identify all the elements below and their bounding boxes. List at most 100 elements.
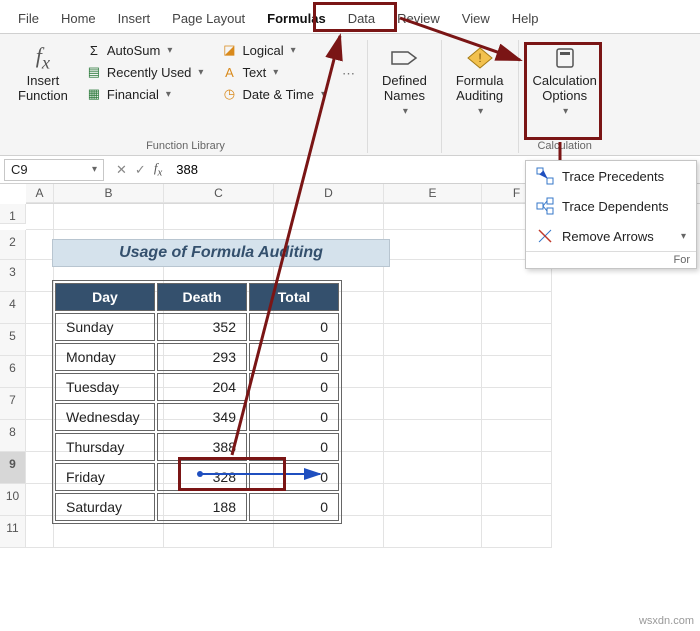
cell[interactable] — [384, 204, 482, 230]
cell[interactable] — [274, 204, 384, 230]
cell-day[interactable]: Sunday — [55, 313, 155, 341]
row-header-1[interactable]: 1 — [0, 204, 26, 224]
cell[interactable] — [384, 356, 482, 388]
clock-icon: ◷ — [221, 86, 237, 102]
autosum-button[interactable]: Σ AutoSum ▾ — [80, 40, 210, 60]
row-header-11[interactable]: 11 — [0, 516, 26, 548]
text-button[interactable]: A Text ▾ — [215, 62, 332, 82]
tab-home[interactable]: Home — [51, 5, 106, 32]
cell[interactable] — [54, 204, 164, 230]
cell[interactable] — [26, 484, 54, 516]
cell-day[interactable]: Tuesday — [55, 373, 155, 401]
row-header-6[interactable]: 6 — [0, 356, 26, 388]
cell[interactable] — [26, 260, 54, 292]
cell-total[interactable]: 0 — [249, 343, 339, 371]
formula-auditing-button[interactable]: ! Formula Auditing ▾ — [450, 40, 510, 121]
cell-death[interactable]: 349 — [157, 403, 247, 431]
row-header-7[interactable]: 7 — [0, 388, 26, 420]
row-header-5[interactable]: 5 — [0, 324, 26, 356]
row-header-3[interactable]: 3 — [0, 260, 26, 292]
cell-day[interactable]: Friday — [55, 463, 155, 491]
cell[interactable] — [384, 260, 482, 292]
cell[interactable] — [482, 292, 552, 324]
menu-trace-precedents[interactable]: Trace Precedents — [526, 161, 696, 191]
insert-function-button[interactable]: fx Insert Function — [12, 40, 74, 108]
cell[interactable] — [482, 452, 552, 484]
chevron-down-icon: ▾ — [273, 67, 278, 78]
defined-names-button[interactable]: Defined Names ▾ — [376, 40, 433, 121]
cell-total[interactable]: 0 — [249, 463, 339, 491]
cell-total[interactable]: 0 — [249, 433, 339, 461]
recent-icon: ▤ — [86, 64, 102, 80]
cell-death[interactable]: 388 — [157, 433, 247, 461]
tab-help[interactable]: Help — [502, 5, 549, 32]
row-header-8[interactable]: 8 — [0, 420, 26, 452]
cell[interactable] — [384, 420, 482, 452]
cell[interactable] — [164, 204, 274, 230]
chevron-down-icon: ▾ — [478, 106, 483, 118]
tab-view[interactable]: View — [452, 5, 500, 32]
tab-page-layout[interactable]: Page Layout — [162, 5, 255, 32]
cell[interactable] — [384, 484, 482, 516]
cell-death[interactable]: 293 — [157, 343, 247, 371]
logical-button[interactable]: ◪ Logical ▾ — [215, 40, 332, 60]
cell-death[interactable]: 352 — [157, 313, 247, 341]
tab-review[interactable]: Review — [387, 5, 450, 32]
cell[interactable] — [384, 292, 482, 324]
cell[interactable] — [482, 516, 552, 548]
recently-used-button[interactable]: ▤ Recently Used ▾ — [80, 62, 210, 82]
menu-remove-arrows[interactable]: Remove Arrows ▾ — [526, 221, 696, 251]
cell[interactable] — [26, 204, 54, 230]
tab-data[interactable]: Data — [338, 5, 385, 32]
cell-total[interactable]: 0 — [249, 403, 339, 431]
cell[interactable] — [384, 388, 482, 420]
cell-day[interactable]: Saturday — [55, 493, 155, 521]
cell[interactable] — [384, 516, 482, 548]
cell-day[interactable]: Monday — [55, 343, 155, 371]
cell[interactable] — [482, 388, 552, 420]
cell[interactable] — [384, 230, 482, 260]
cell-total[interactable]: 0 — [249, 493, 339, 521]
cell[interactable] — [482, 324, 552, 356]
row-header-10[interactable]: 10 — [0, 484, 26, 516]
cell[interactable] — [26, 324, 54, 356]
fx-icon[interactable]: fx — [154, 160, 162, 179]
tab-formulas[interactable]: Formulas — [257, 5, 336, 32]
col-header-A[interactable]: A — [26, 184, 54, 203]
cell-day[interactable]: Thursday — [55, 433, 155, 461]
cell[interactable] — [482, 356, 552, 388]
cell-death[interactable]: 328 — [157, 463, 247, 491]
tab-insert[interactable]: Insert — [108, 5, 161, 32]
cell[interactable] — [482, 484, 552, 516]
datetime-button[interactable]: ◷ Date & Time ▾ — [215, 84, 332, 104]
col-header-B[interactable]: B — [54, 184, 164, 203]
col-header-D[interactable]: D — [274, 184, 384, 203]
cell-death[interactable]: 204 — [157, 373, 247, 401]
financial-button[interactable]: ▦ Financial ▾ — [80, 84, 210, 104]
cell-total[interactable]: 0 — [249, 373, 339, 401]
cell[interactable] — [26, 452, 54, 484]
cell[interactable] — [26, 356, 54, 388]
cell[interactable] — [26, 292, 54, 324]
cell[interactable] — [26, 516, 54, 548]
cell-death[interactable]: 188 — [157, 493, 247, 521]
col-header-E[interactable]: E — [384, 184, 482, 203]
cell[interactable] — [26, 230, 54, 260]
menu-trace-dependents[interactable]: Trace Dependents — [526, 191, 696, 221]
cell[interactable] — [384, 452, 482, 484]
cancel-icon[interactable]: ✕ — [116, 162, 127, 178]
cell-day[interactable]: Wednesday — [55, 403, 155, 431]
row-header-9[interactable]: 9 — [0, 452, 26, 484]
cell[interactable] — [482, 420, 552, 452]
cell-total[interactable]: 0 — [249, 313, 339, 341]
name-box[interactable]: C9 ▾ — [4, 159, 104, 181]
row-header-4[interactable]: 4 — [0, 292, 26, 324]
cell[interactable] — [26, 388, 54, 420]
col-header-C[interactable]: C — [164, 184, 274, 203]
confirm-icon[interactable]: ✓ — [135, 162, 146, 178]
row-header-2[interactable]: 2 — [0, 230, 26, 260]
calculation-options-button[interactable]: Calculation Options ▾ — [527, 40, 603, 121]
cell[interactable] — [26, 420, 54, 452]
cell[interactable] — [384, 324, 482, 356]
tab-file[interactable]: File — [8, 5, 49, 32]
